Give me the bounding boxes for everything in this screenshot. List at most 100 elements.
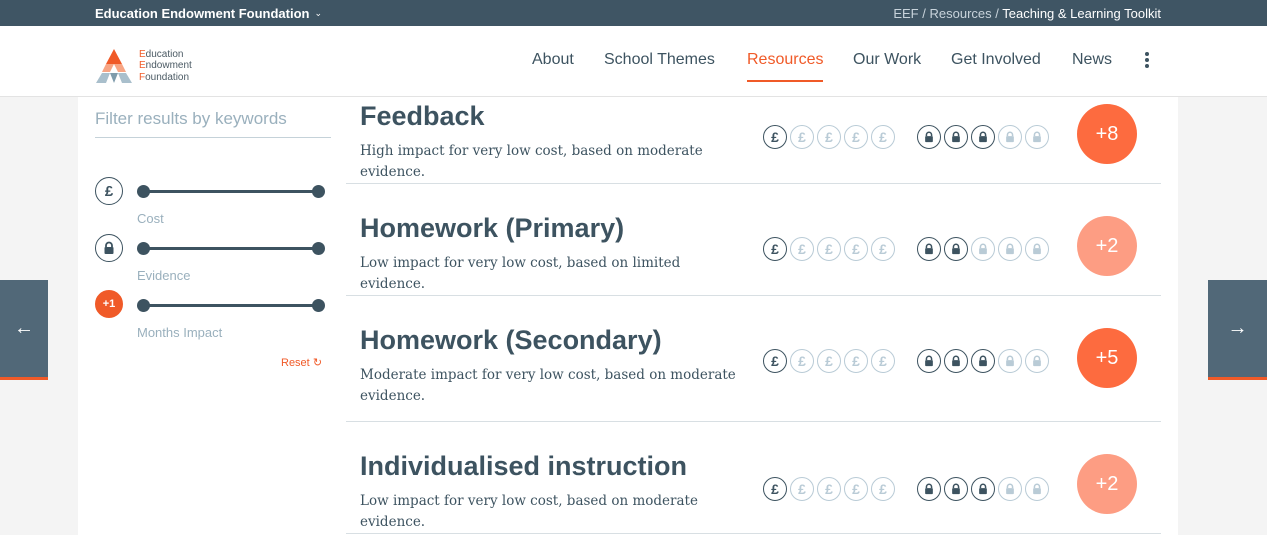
- lock-icon: [944, 125, 968, 149]
- breadcrumb: EEF / Resources / Teaching & Learning To…: [893, 6, 1161, 21]
- pound-icon: £: [763, 237, 787, 261]
- evidence-rating: [917, 477, 1049, 501]
- result-title[interactable]: Homework (Primary): [360, 213, 624, 244]
- cost-max-handle[interactable]: [312, 185, 325, 198]
- refresh-icon: ↻: [312, 357, 323, 369]
- pound-icon: £: [844, 125, 868, 149]
- evidence-rating: [917, 237, 1049, 261]
- pound-icon: £: [871, 477, 895, 501]
- impact-min-handle[interactable]: [137, 299, 150, 312]
- breadcrumb-current: Teaching & Learning Toolkit: [1002, 6, 1161, 21]
- impact-badge: +2: [1077, 216, 1137, 276]
- lock-icon: [998, 349, 1022, 373]
- lock-icon: [917, 125, 941, 149]
- nav-news[interactable]: News: [1072, 51, 1112, 75]
- pound-icon: £: [817, 349, 841, 373]
- logo[interactable]: Education Endowment Foundation: [95, 47, 192, 85]
- next-page-button[interactable]: →: [1208, 280, 1267, 380]
- previous-page-button[interactable]: ←: [0, 280, 48, 380]
- pound-icon: £: [790, 125, 814, 149]
- evidence-filter-label: Evidence: [137, 268, 191, 283]
- impact-filter-icon: +1: [95, 290, 123, 318]
- arrow-left-icon: ←: [14, 317, 34, 339]
- org-name: Education Endowment Foundation: [95, 6, 310, 21]
- evidence-max-handle[interactable]: [312, 242, 325, 255]
- org-switcher[interactable]: Education Endowment Foundation ⌄: [95, 6, 322, 21]
- result-description: High impact for very low cost, based on …: [360, 143, 703, 180]
- reset-label: Reset: [281, 357, 310, 369]
- pound-icon: £: [790, 349, 814, 373]
- row-divider: [346, 421, 1161, 422]
- top-bar: Education Endowment Foundation ⌄ EEF / R…: [0, 0, 1267, 26]
- cost-rating: £ £ £ £ £: [763, 477, 895, 501]
- cost-rating: £ £ £ £ £: [763, 237, 895, 261]
- logo-line-3: Foundation: [139, 71, 190, 83]
- reset-filters-button[interactable]: Reset ↻: [281, 356, 322, 369]
- evidence-range-slider[interactable]: [137, 242, 325, 255]
- lock-icon: [971, 125, 995, 149]
- evidence-rating: [917, 349, 1049, 373]
- pound-icon: £: [790, 477, 814, 501]
- pound-icon: £: [763, 477, 787, 501]
- nav-about[interactable]: About: [532, 51, 574, 75]
- cost-min-handle[interactable]: [137, 185, 150, 198]
- nav-resources[interactable]: Resources: [747, 51, 824, 82]
- nav-our-work[interactable]: Our Work: [853, 51, 921, 75]
- chevron-down-icon: ⌄: [314, 8, 323, 18]
- keyword-filter-input[interactable]: [95, 100, 331, 138]
- evidence-rating: [917, 125, 1049, 149]
- pound-icon: £: [790, 237, 814, 261]
- cost-filter-label: Cost: [137, 211, 164, 226]
- cost-range-slider[interactable]: [137, 185, 325, 198]
- breadcrumb-separator: /: [918, 6, 930, 21]
- lock-icon: [998, 237, 1022, 261]
- arrow-right-icon: →: [1227, 317, 1248, 339]
- lock-icon: [1025, 237, 1049, 261]
- pound-icon: £: [871, 237, 895, 261]
- impact-max-handle[interactable]: [312, 299, 325, 312]
- lock-icon: [998, 477, 1022, 501]
- impact-range-slider[interactable]: [137, 299, 325, 312]
- lock-icon: [1025, 349, 1049, 373]
- lock-icon: [1025, 125, 1049, 149]
- breadcrumb-separator: /: [991, 6, 1003, 21]
- lock-icon: [917, 477, 941, 501]
- result-title[interactable]: Individualised instruction: [360, 451, 687, 482]
- lock-icon: [1025, 477, 1049, 501]
- pound-icon: £: [817, 237, 841, 261]
- evidence-min-handle[interactable]: [137, 242, 150, 255]
- impact-filter-label: Months Impact: [137, 325, 223, 340]
- pound-icon: £: [763, 349, 787, 373]
- result-description: Low impact for very low cost, based on l…: [360, 255, 681, 292]
- result-title[interactable]: Homework (Secondary): [360, 325, 662, 356]
- more-menu-icon[interactable]: [1141, 50, 1153, 70]
- lock-icon: [971, 237, 995, 261]
- lock-icon: [971, 349, 995, 373]
- logo-text: Education Endowment Foundation: [139, 49, 192, 84]
- lock-icon: [917, 349, 941, 373]
- logo-mark-icon: [96, 49, 132, 83]
- breadcrumb-resources[interactable]: Resources: [929, 6, 991, 21]
- site-header: Education Endowment Foundation About Sch…: [0, 26, 1267, 97]
- pound-icon: £: [871, 125, 895, 149]
- result-title[interactable]: Feedback: [360, 101, 485, 132]
- row-divider: [346, 295, 1161, 296]
- impact-badge: +2: [1077, 454, 1137, 514]
- nav-get-involved[interactable]: Get Involved: [951, 51, 1041, 75]
- pound-icon: £: [817, 477, 841, 501]
- lock-icon: [971, 477, 995, 501]
- lock-icon: [917, 237, 941, 261]
- pound-icon: £: [844, 237, 868, 261]
- nav-school-themes[interactable]: School Themes: [604, 51, 715, 75]
- pound-icon: £: [844, 477, 868, 501]
- impact-badge: +5: [1077, 328, 1137, 388]
- row-divider: [346, 533, 1161, 534]
- result-description: Low impact for very low cost, based on m…: [360, 493, 698, 530]
- lock-icon: [944, 477, 968, 501]
- logo-line-1: Education: [139, 48, 184, 60]
- breadcrumb-eef[interactable]: EEF: [893, 6, 918, 21]
- result-description: Moderate impact for very low cost, based…: [360, 367, 736, 404]
- logo-line-2: Endowment: [139, 60, 192, 72]
- pound-icon: £: [871, 349, 895, 373]
- lock-icon: [944, 237, 968, 261]
